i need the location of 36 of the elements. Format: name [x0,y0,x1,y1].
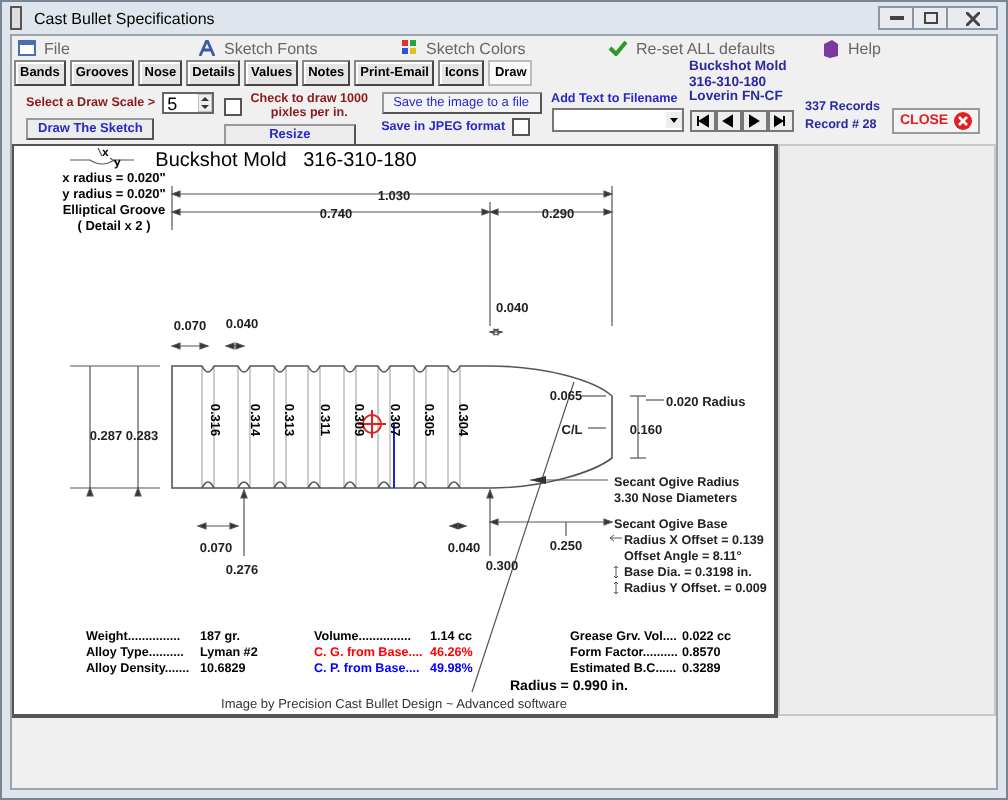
caret-icon [665,112,682,128]
offset-arrows-drawing [609,534,623,595]
close-window-button[interactable] [946,6,998,30]
font-icon [198,40,216,56]
minimize-button[interactable] [878,6,914,30]
filename-dropdown[interactable] [551,108,684,132]
pixels-checkbox[interactable] [223,97,242,115]
menu-item[interactable]: Help [822,39,996,57]
window-icon [18,40,36,56]
app-icon [10,6,22,30]
previous-icon [721,113,736,127]
previous-record-button[interactable] [715,109,742,131]
last-icon [773,113,788,127]
menu-item[interactable]: Sketch Fonts [198,39,402,57]
menu-item[interactable]: Re-set ALL defaults [608,39,822,57]
checkmark-icon [608,40,628,56]
first-record-button[interactable] [689,109,716,131]
spinner-arrows-icon [197,94,212,112]
window-title: Cast Bullet Specifications [34,9,217,27]
pressure-center-line [393,423,395,489]
next-record-button[interactable] [741,109,768,131]
menu-item[interactable]: Sketch Colors [402,39,608,57]
color-grid-icon [402,40,418,56]
maximize-button[interactable] [912,6,948,30]
sketch-title: Buckshot Mold 316-310-180 [155,150,417,172]
last-record-button[interactable] [767,109,794,131]
first-icon [695,113,710,127]
next-icon [747,113,762,127]
minimize-icon [889,15,903,21]
maximize-icon [923,12,937,24]
close-circle-icon [954,111,973,129]
jpeg-checkbox[interactable] [511,118,530,136]
menu-item[interactable]: File [18,39,198,57]
ogive-arrow [529,476,609,484]
close-icon [965,11,979,25]
scale-spinner[interactable]: 5 [161,92,214,114]
